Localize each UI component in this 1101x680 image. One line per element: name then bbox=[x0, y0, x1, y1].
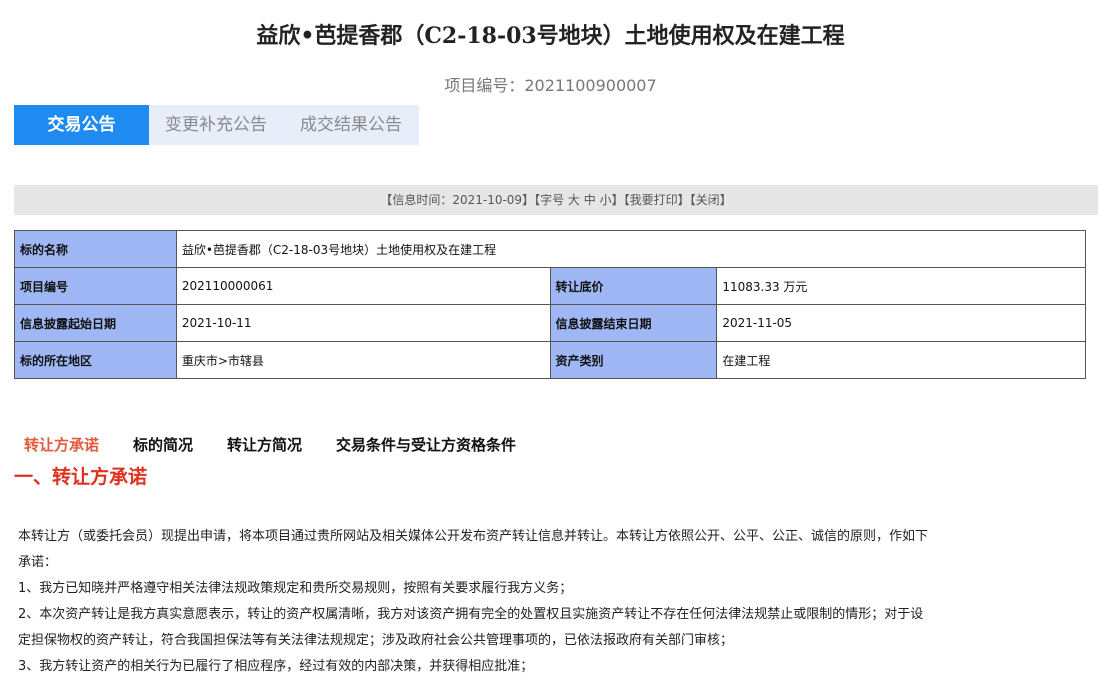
tab-deal-result[interactable]: 成交结果公告 bbox=[283, 105, 419, 145]
paragraph-line: 本转让方（或委托会员）现提出申请，将本项目通过贵所网站及相关媒体公开发布资产转让… bbox=[18, 529, 929, 544]
font-size-medium-link[interactable]: 中 bbox=[584, 193, 596, 207]
project-number-value: 2021100900007 bbox=[524, 76, 657, 95]
bracket-sep-1: 】【 bbox=[611, 193, 630, 207]
start-date-value: 2021-10-11 bbox=[175, 304, 551, 342]
name-value: 益欣•芭提香郡（C2-18-03号地块）土地使用权及在建工程 bbox=[175, 230, 1087, 268]
name-label: 标的名称 bbox=[14, 230, 177, 268]
nav-transferor-overview[interactable]: 转让方简况 bbox=[227, 434, 302, 455]
price-label: 转让底价 bbox=[549, 267, 718, 305]
paragraph-line: 1、我方已知晓并严格遵守相关法律法规政策规定和贵所交易规则，按照有关要求履行我方… bbox=[18, 581, 573, 596]
font-size-large-link[interactable]: 大 bbox=[568, 193, 580, 207]
table-row: 项目编号 202110000061 转让底价 11083.33 万元 bbox=[14, 267, 1086, 305]
section-nav: 转让方承诺 标的简况 转让方简况 交易条件与受让方资格条件 bbox=[24, 434, 550, 455]
nav-transferor-commitment[interactable]: 转让方承诺 bbox=[24, 434, 99, 455]
price-value: 11083.33 万元 bbox=[716, 267, 1086, 305]
announcement-tabs: 交易公告 变更补充公告 成交结果公告 bbox=[14, 105, 419, 145]
table-row: 标的名称 益欣•芭提香郡（C2-18-03号地块）土地使用权及在建工程 bbox=[14, 230, 1087, 268]
paragraph-line: 承诺： bbox=[18, 555, 58, 570]
tab-trade-announcement[interactable]: 交易公告 bbox=[14, 105, 149, 145]
detail-table: 标的名称 益欣•芭提香郡（C2-18-03号地块）土地使用权及在建工程 项目编号… bbox=[14, 230, 1087, 379]
asset-type-label: 资产类别 bbox=[549, 341, 718, 379]
region-value: 重庆市>市辖县 bbox=[175, 341, 551, 379]
paragraph-line: 3、我方转让资产的相关行为已履行了相应程序，经过有效的内部决策，并获得相应批准； bbox=[18, 659, 534, 674]
font-size-small-link[interactable]: 小 bbox=[600, 193, 612, 207]
end-date-label: 信息披露结束日期 bbox=[549, 304, 718, 342]
tab-change-supplement[interactable]: 变更补充公告 bbox=[149, 105, 283, 145]
asset-type-value: 在建工程 bbox=[716, 341, 1086, 379]
project-number-label: 项目编号： bbox=[444, 76, 525, 95]
font-size-label: 】【字号 bbox=[522, 193, 565, 207]
table-row: 信息披露起始日期 2021-10-11 信息披露结束日期 2021-11-05 bbox=[14, 304, 1086, 342]
code-label: 项目编号 bbox=[14, 267, 177, 305]
table-row: 标的所在地区 重庆市>市辖县 资产类别 在建工程 bbox=[14, 341, 1086, 379]
region-label: 标的所在地区 bbox=[14, 341, 177, 379]
code-value: 202110000061 bbox=[175, 267, 551, 305]
paragraph-line: 2、本次资产转让是我方真实意愿表示，转让的资产权属清晰，我方对该资产拥有完全的处… bbox=[18, 607, 924, 622]
page-title: 益欣•芭提香郡（C2-18-03号地块）土地使用权及在建工程 bbox=[256, 23, 845, 49]
bracket-sep-2: 】【 bbox=[677, 193, 696, 207]
bracket-close: 】 bbox=[719, 193, 732, 207]
paragraph-line: 定担保物权的资产转让，符合我国担保法等有关法律法规规定；涉及政府社会公共管理事项… bbox=[18, 633, 734, 648]
start-date-label: 信息披露起始日期 bbox=[14, 304, 177, 342]
print-link[interactable]: 我要打印 bbox=[630, 193, 678, 207]
info-time-value: 2021-10-09 bbox=[452, 193, 523, 207]
section-title: 一、转让方承诺 bbox=[14, 466, 148, 488]
nav-subject-overview[interactable]: 标的简况 bbox=[133, 434, 193, 455]
end-date-value: 2021-11-05 bbox=[716, 304, 1086, 342]
commitment-text: 本转让方（或委托会员）现提出申请，将本项目通过贵所网站及相关媒体公开发布资产转让… bbox=[18, 524, 1008, 680]
bracket-open: 【 bbox=[380, 193, 393, 207]
project-number: 项目编号：2021100900007 bbox=[0, 72, 1101, 96]
info-bar: 【信息时间：2021-10-09】【字号 大 中 小】【我要打印】【关闭】 bbox=[14, 185, 1098, 215]
nav-trade-conditions[interactable]: 交易条件与受让方资格条件 bbox=[336, 434, 516, 455]
close-link[interactable]: 关闭 bbox=[696, 193, 720, 207]
info-time-label: 信息时间： bbox=[392, 193, 453, 207]
